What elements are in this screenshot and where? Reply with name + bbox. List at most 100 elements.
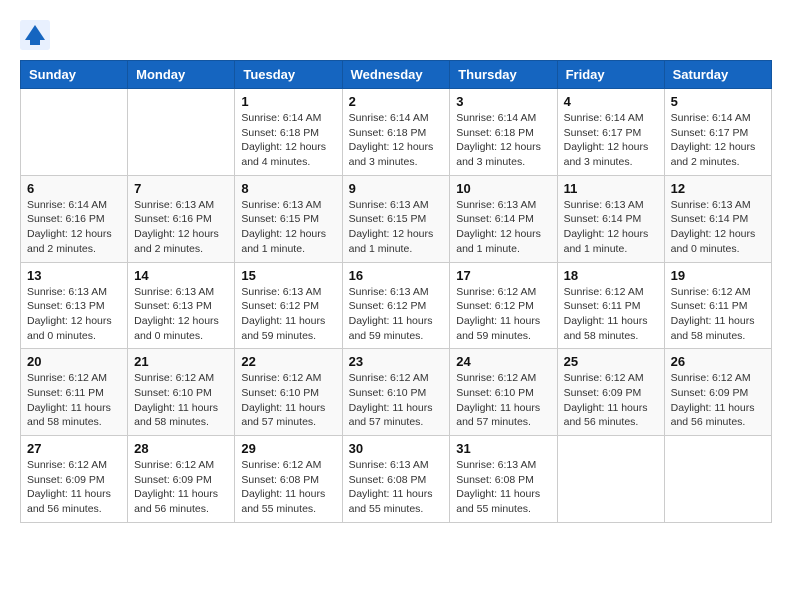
day-header-tuesday: Tuesday [235, 61, 342, 89]
calendar-cell: 14Sunrise: 6:13 AMSunset: 6:13 PMDayligh… [128, 262, 235, 349]
day-info: Sunrise: 6:12 AMSunset: 6:11 PMDaylight:… [27, 371, 121, 430]
day-info: Sunrise: 6:13 AMSunset: 6:08 PMDaylight:… [456, 458, 550, 517]
day-info: Sunrise: 6:13 AMSunset: 6:13 PMDaylight:… [27, 285, 121, 344]
calendar-cell: 29 Sunrise: 6:12 AMSunset: 6:08 PMDayligh… [235, 436, 342, 523]
day-header-saturday: Saturday [664, 61, 771, 89]
day-number: 13 [27, 268, 121, 283]
calendar-cell: 4Sunrise: 6:14 AMSunset: 6:17 PMDaylight… [557, 89, 664, 176]
calendar-cell: 10 Sunrise: 6:13 AMSunset: 6:14 PMDayligh… [450, 175, 557, 262]
day-number: 28 [134, 441, 228, 456]
day-info: Sunrise: 6:13 AMSunset: 6:14 PMDaylight:… [564, 198, 658, 257]
day-info: Sunrise: 6:13 AMSunset: 6:13 PMDaylight:… [134, 285, 228, 344]
calendar-cell: 3 Sunrise: 6:14 AMSunset: 6:18 PMDaylight… [450, 89, 557, 176]
day-info: Sunrise: 6:13 AMSunset: 6:15 PMDaylight:… [349, 198, 444, 257]
day-info: Sunrise: 6:14 AMSunset: 6:16 PMDaylight:… [27, 198, 121, 257]
page-header [20, 20, 772, 50]
calendar-cell: 23Sunrise: 6:12 AMSunset: 6:10 PMDayligh… [342, 349, 450, 436]
logo-icon [20, 20, 50, 50]
day-number: 24 [456, 354, 550, 369]
day-info: Sunrise: 6:12 AMSunset: 6:09 PMDaylight:… [564, 371, 658, 430]
day-info: Sunrise: 6:14 AMSunset: 6:18 PMDaylight:… [241, 111, 335, 170]
day-info: Sunrise: 6:12 AMSunset: 6:11 PMDaylight:… [671, 285, 765, 344]
calendar-week-2: 6 Sunrise: 6:14 AMSunset: 6:16 PMDaylight… [21, 175, 772, 262]
calendar-cell: 13 Sunrise: 6:13 AMSunset: 6:13 PMDayligh… [21, 262, 128, 349]
day-number: 7 [134, 181, 228, 196]
day-number: 12 [671, 181, 765, 196]
day-info: Sunrise: 6:13 AMSunset: 6:15 PMDaylight:… [241, 198, 335, 257]
day-info: Sunrise: 6:12 AMSunset: 6:10 PMDaylight:… [349, 371, 444, 430]
day-header-friday: Friday [557, 61, 664, 89]
day-number: 17 [456, 268, 550, 283]
calendar-cell: 1 Sunrise: 6:14 AMSunset: 6:18 PMDaylight… [235, 89, 342, 176]
calendar-cell: 17 Sunrise: 6:12 AMSunset: 6:12 PMDayligh… [450, 262, 557, 349]
calendar-cell: 6 Sunrise: 6:14 AMSunset: 6:16 PMDaylight… [21, 175, 128, 262]
day-header-thursday: Thursday [450, 61, 557, 89]
day-number: 16 [349, 268, 444, 283]
day-header-wednesday: Wednesday [342, 61, 450, 89]
calendar-cell: 19 Sunrise: 6:12 AMSunset: 6:11 PMDayligh… [664, 262, 771, 349]
day-number: 26 [671, 354, 765, 369]
calendar-cell: 2 Sunrise: 6:14 AMSunset: 6:18 PMDaylight… [342, 89, 450, 176]
calendar-cell: 25 Sunrise: 6:12 AMSunset: 6:09 PMDayligh… [557, 349, 664, 436]
day-header-sunday: Sunday [21, 61, 128, 89]
calendar-cell: 31 Sunrise: 6:13 AMSunset: 6:08 PMDayligh… [450, 436, 557, 523]
calendar-cell: 21 Sunrise: 6:12 AMSunset: 6:10 PMDayligh… [128, 349, 235, 436]
day-info: Sunrise: 6:12 AMSunset: 6:10 PMDaylight:… [456, 371, 550, 430]
day-info: Sunrise: 6:14 AMSunset: 6:18 PMDaylight:… [349, 111, 444, 170]
day-info: Sunrise: 6:13 AMSunset: 6:12 PMDaylight:… [241, 285, 335, 344]
day-info: Sunrise: 6:13 AMSunset: 6:16 PMDaylight:… [134, 198, 228, 257]
calendar-cell: 8 Sunrise: 6:13 AMSunset: 6:15 PMDaylight… [235, 175, 342, 262]
calendar-cell: 11Sunrise: 6:13 AMSunset: 6:14 PMDayligh… [557, 175, 664, 262]
calendar-cell: 27 Sunrise: 6:12 AMSunset: 6:09 PMDayligh… [21, 436, 128, 523]
day-info: Sunrise: 6:12 AMSunset: 6:12 PMDaylight:… [456, 285, 550, 344]
calendar-cell: 30 Sunrise: 6:13 AMSunset: 6:08 PMDayligh… [342, 436, 450, 523]
calendar-week-3: 13 Sunrise: 6:13 AMSunset: 6:13 PMDayligh… [21, 262, 772, 349]
day-number: 8 [241, 181, 335, 196]
day-number: 22 [241, 354, 335, 369]
day-number: 29 [241, 441, 335, 456]
day-number: 25 [564, 354, 658, 369]
day-number: 21 [134, 354, 228, 369]
day-info: Sunrise: 6:13 AMSunset: 6:08 PMDaylight:… [349, 458, 444, 517]
calendar-week-5: 27 Sunrise: 6:12 AMSunset: 6:09 PMDayligh… [21, 436, 772, 523]
day-info: Sunrise: 6:13 AMSunset: 6:14 PMDaylight:… [456, 198, 550, 257]
day-number: 20 [27, 354, 121, 369]
day-header-monday: Monday [128, 61, 235, 89]
day-number: 27 [27, 441, 121, 456]
calendar-table: SundayMondayTuesdayWednesdayThursdayFrid… [20, 60, 772, 523]
day-number: 30 [349, 441, 444, 456]
day-number: 5 [671, 94, 765, 109]
day-info: Sunrise: 6:14 AMSunset: 6:18 PMDaylight:… [456, 111, 550, 170]
calendar-cell: 15 Sunrise: 6:13 AMSunset: 6:12 PMDayligh… [235, 262, 342, 349]
day-info: Sunrise: 6:12 AMSunset: 6:09 PMDaylight:… [134, 458, 228, 517]
day-info: Sunrise: 6:12 AMSunset: 6:08 PMDaylight:… [241, 458, 335, 517]
day-number: 15 [241, 268, 335, 283]
day-number: 3 [456, 94, 550, 109]
calendar-cell: 22Sunrise: 6:12 AMSunset: 6:10 PMDayligh… [235, 349, 342, 436]
calendar-cell: 5 Sunrise: 6:14 AMSunset: 6:17 PMDaylight… [664, 89, 771, 176]
day-number: 6 [27, 181, 121, 196]
day-info: Sunrise: 6:12 AMSunset: 6:10 PMDaylight:… [134, 371, 228, 430]
day-number: 9 [349, 181, 444, 196]
day-number: 18 [564, 268, 658, 283]
calendar-week-4: 20 Sunrise: 6:12 AMSunset: 6:11 PMDayligh… [21, 349, 772, 436]
day-number: 19 [671, 268, 765, 283]
day-number: 2 [349, 94, 444, 109]
day-info: Sunrise: 6:14 AMSunset: 6:17 PMDaylight:… [671, 111, 765, 170]
calendar-cell [557, 436, 664, 523]
day-number: 4 [564, 94, 658, 109]
day-number: 10 [456, 181, 550, 196]
day-number: 1 [241, 94, 335, 109]
calendar-header-row: SundayMondayTuesdayWednesdayThursdayFrid… [21, 61, 772, 89]
logo [20, 20, 54, 50]
calendar-week-1: 1 Sunrise: 6:14 AMSunset: 6:18 PMDaylight… [21, 89, 772, 176]
calendar-cell [21, 89, 128, 176]
calendar-cell [664, 436, 771, 523]
day-info: Sunrise: 6:12 AMSunset: 6:09 PMDaylight:… [27, 458, 121, 517]
calendar-cell: 7 Sunrise: 6:13 AMSunset: 6:16 PMDaylight… [128, 175, 235, 262]
calendar-cell: 18Sunrise: 6:12 AMSunset: 6:11 PMDayligh… [557, 262, 664, 349]
calendar-cell: 16Sunrise: 6:13 AMSunset: 6:12 PMDayligh… [342, 262, 450, 349]
calendar-cell [128, 89, 235, 176]
calendar-cell: 9 Sunrise: 6:13 AMSunset: 6:15 PMDaylight… [342, 175, 450, 262]
day-number: 31 [456, 441, 550, 456]
